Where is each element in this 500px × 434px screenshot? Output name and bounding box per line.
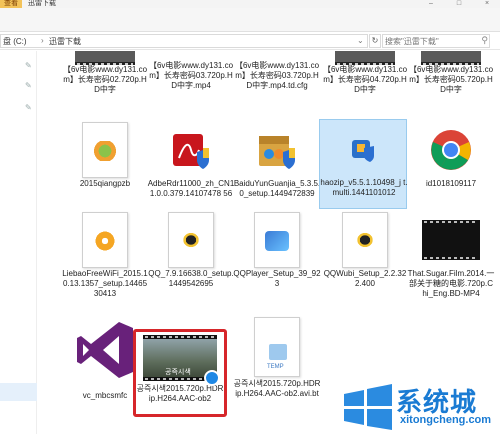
file-item[interactable]: 【6v电影www.dy131.com】长寿密码03.720p.HD中字.mp4: [147, 61, 235, 91]
temp-label: TEMP: [267, 364, 284, 370]
file-name: QQWubi_Setup_2.2.322.400: [323, 269, 407, 288]
breadcrumb-folder[interactable]: 迅雷下载: [49, 36, 81, 47]
wifi-icon: [93, 231, 117, 251]
chrome-icon: [429, 128, 473, 172]
file-name: id1018109117: [425, 179, 477, 188]
file-name: QQPlayer_Setup_39_923: [233, 269, 321, 288]
file-item[interactable]: 【6v电影www.dy131.com】长寿密码02.720p.HD中字: [61, 51, 149, 95]
file-thumbnail: [336, 211, 394, 269]
file-item[interactable]: AdbeRdr11000_zh_CN11.0.0.379.14107478 56: [147, 121, 235, 199]
breadcrumb-drive[interactable]: 盘 (C:): [3, 36, 27, 47]
minimize-button[interactable]: –: [420, 0, 442, 8]
chevron-right-icon: ›: [41, 36, 44, 45]
address-bar[interactable]: 盘 (C:) › 迅雷下载 ⌄: [0, 34, 368, 48]
file-name: 【6v电影www.dy131.com】长寿密码02.720p.HD中字: [62, 65, 148, 94]
file-thumbnail: [422, 211, 480, 269]
file-thumbnail: [76, 211, 134, 269]
file-name: That.Sugar.Film.2014.一部关于糖的电影.720p.Chi_E…: [407, 269, 495, 298]
file-thumbnail: [334, 120, 392, 178]
file-name: 2015qiangpzb: [79, 179, 131, 188]
file-thumbnail: [248, 121, 306, 179]
file-item[interactable]: That.Sugar.Film.2014.一部关于糖的电影.720p.Chi_E…: [407, 211, 495, 299]
chevron-down-icon[interactable]: ⌄: [357, 36, 364, 45]
qqwubi-icon: [353, 231, 377, 251]
watermark-url: xitongcheng.com: [400, 414, 492, 426]
maximize-button[interactable]: □: [448, 0, 470, 8]
window-title: 迅雷下载: [28, 0, 56, 7]
file-name: BaiduYunGuanjia_5.3.5.0_setup.1449472839: [233, 179, 321, 198]
file-item[interactable]: LiebaoFreeWiFi_2015.10.13.1357_setup.144…: [61, 211, 149, 299]
title-bar: 查看 迅雷下载 – □ ×: [0, 0, 500, 8]
file-thumbnail: [422, 121, 480, 179]
file-name: AdbeRdr11000_zh_CN11.0.0.379.14107478 56: [147, 179, 235, 198]
file-thumbnail: [162, 211, 220, 269]
video-thumbnail: [335, 51, 395, 65]
file-name: 【6v电影www.dy131.com】长寿密码03.720p.HD中字.mp4: [148, 61, 234, 90]
file-thumbnail: [248, 211, 306, 269]
file-name: LiebaoFreeWiFi_2015.10.13.1357_setup.144…: [62, 269, 148, 298]
qqplayer-icon: [265, 231, 289, 251]
watermark: 系统城 xitongcheng.com: [340, 378, 500, 434]
video-thumbnail: [421, 51, 481, 65]
video-overlay-title: 공즉시색: [165, 369, 191, 376]
navigation-pane: ✎ ✎ ✎: [0, 51, 37, 434]
file-item[interactable]: TEMP 공즉시색2015.720p.HDRip.H264.AAC-ob2.av…: [233, 315, 321, 399]
close-button[interactable]: ×: [476, 0, 498, 8]
address-row: 盘 (C:) › 迅雷下载 ⌄ ↻ ⚲: [0, 32, 500, 50]
file-item[interactable]: QQWubi_Setup_2.2.322.400: [321, 211, 409, 289]
windows-logo-icon: [344, 384, 392, 430]
file-item-selected[interactable]: haozip_v5.5.1.10498_j t.multi.1441101012: [319, 119, 408, 209]
search-box[interactable]: ⚲: [382, 34, 490, 48]
qq-icon: [179, 231, 203, 251]
search-input[interactable]: [385, 36, 477, 47]
file-item[interactable]: id1018109117: [407, 121, 495, 189]
file-name: 공즉시색2015.720p.HDRip.H264.AAC-ob2: [136, 384, 224, 403]
file-thumbnail: [162, 121, 220, 179]
file-thumbnail: [76, 121, 134, 179]
file-name: haozip_v5.5.1.10498_j t.multi.1441101012: [320, 178, 408, 197]
file-thumbnail: TEMP: [248, 315, 306, 379]
baidu-yun-icon: [255, 128, 299, 172]
file-item[interactable]: 【6v电影www.dy131.com】长寿密码05.720p.HD中字: [407, 51, 495, 95]
file-item[interactable]: 【6v电影www.dy131.com】长寿密码04.720p.HD中字: [321, 51, 409, 95]
temp-file-icon: TEMP: [254, 317, 300, 377]
file-name: 공즉시색2015.720p.HDRip.H264.AAC-ob2.avi.bt: [233, 379, 321, 398]
refresh-button[interactable]: ↻: [369, 34, 381, 48]
file-list: 【6v电影www.dy131.com】长寿密码02.720p.HD中字 【6v电…: [37, 51, 500, 434]
file-name: 【6v电影www.dy131.com】长寿密码05.720p.HD中字: [408, 65, 494, 94]
ribbon: [0, 8, 500, 32]
video-thumbnail: [422, 220, 480, 260]
file-name: 【6v电影www.dy131.com】长寿密码03.720p.HD中字.mp4.…: [234, 61, 320, 90]
file-item[interactable]: 【6v电影www.dy131.com】长寿密码03.720p.HD中字.mp4.…: [233, 61, 321, 91]
file-name: 【6v电影www.dy131.com】长寿密码04.720p.HD中字: [322, 65, 408, 94]
file-item[interactable]: BaiduYunGuanjia_5.3.5.0_setup.1449472839: [233, 121, 321, 199]
file-thumbnail: 공즉시색: [142, 332, 220, 386]
nav-selected-item[interactable]: [0, 383, 37, 401]
pin-icon[interactable]: ✎: [25, 103, 32, 112]
pin-icon[interactable]: ✎: [25, 61, 32, 70]
haozip-icon: [341, 127, 385, 171]
ribbon-tab-view[interactable]: 查看: [0, 0, 22, 8]
app-icon: [93, 141, 117, 161]
pin-icon[interactable]: ✎: [25, 81, 32, 90]
file-item[interactable]: QQ_7.9.16638.0_setup.1449542695: [147, 211, 235, 289]
file-item[interactable]: QQPlayer_Setup_39_923: [233, 211, 321, 289]
file-item[interactable]: 2015qiangpzb: [61, 121, 149, 189]
visual-studio-icon: [70, 315, 140, 385]
search-icon[interactable]: ⚲: [481, 35, 488, 46]
adobe-reader-icon: [169, 128, 213, 172]
file-thumbnail: [70, 315, 140, 385]
xunlei-overlay-icon: [204, 370, 220, 386]
file-name: QQ_7.9.16638.0_setup.1449542695: [148, 269, 234, 288]
video-thumbnail: [75, 51, 135, 65]
file-item-highlighted[interactable]: 공즉시색 공즉시색2015.720p.HDRip.H264.AAC-ob2: [133, 329, 227, 417]
